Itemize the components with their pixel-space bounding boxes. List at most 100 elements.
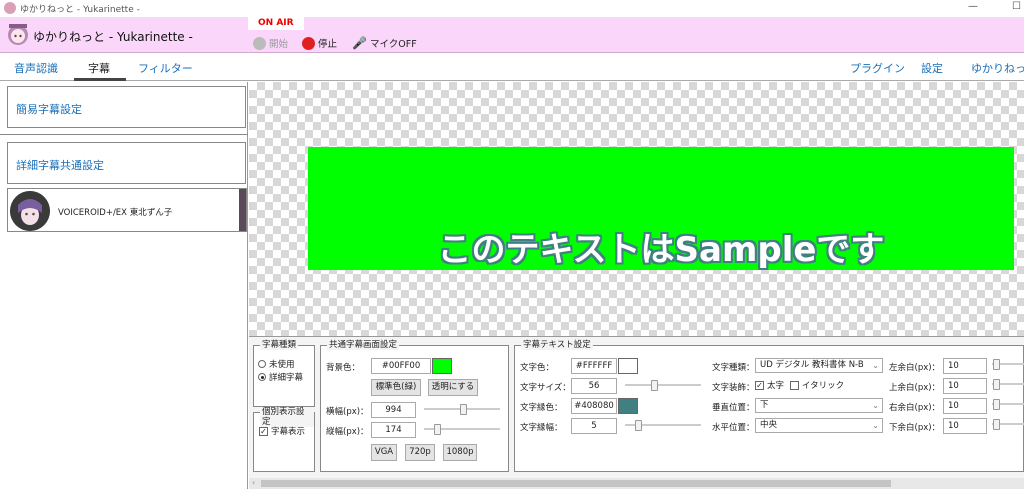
settings-area: 字幕種類 未使用 詳細字幕 個別表示設定 ✓ 字幕表示 共通字幕画面設定 背景色：… bbox=[249, 336, 1024, 489]
tab-filter[interactable]: フィルター bbox=[138, 60, 193, 76]
divider bbox=[0, 134, 248, 135]
radio-detail-label: 詳細字幕 bbox=[269, 373, 304, 383]
common-screen-group: 共通字幕画面設定 背景色： #00FF00 標準色(緑) 透明にする 横幅(px… bbox=[320, 340, 509, 472]
tab-subtitle[interactable]: 字幕 bbox=[88, 60, 110, 76]
decoration-label: 文字装飾： bbox=[712, 383, 755, 393]
sample-subtitle-text: このテキストはSampleです bbox=[437, 230, 885, 270]
outline-width-label: 文字縁幅： bbox=[520, 423, 563, 433]
outline-width-input[interactable]: 5 bbox=[571, 418, 617, 434]
radio-detail[interactable]: 詳細字幕 bbox=[258, 371, 303, 383]
start-button[interactable]: 開始 bbox=[253, 36, 288, 50]
tab-settings[interactable]: 設定 bbox=[921, 60, 943, 76]
stop-label: 停止 bbox=[318, 39, 338, 50]
start-label: 開始 bbox=[269, 39, 289, 50]
margin-right-input[interactable]: 10 bbox=[943, 398, 987, 414]
radio-selected-icon bbox=[258, 373, 266, 381]
check-icon: ✓ bbox=[755, 380, 764, 390]
radio-icon bbox=[258, 360, 266, 368]
subtitle-type-group: 字幕種類 未使用 詳細字幕 bbox=[253, 340, 315, 407]
margin-top-slider[interactable] bbox=[992, 379, 1024, 390]
radio-unused[interactable]: 未使用 bbox=[258, 358, 295, 370]
dropdown-arrow-icon: ⌄ bbox=[872, 421, 879, 430]
horizontal-scrollbar[interactable]: ‹ bbox=[249, 478, 1024, 489]
text-size-label: 文字サイズ： bbox=[520, 383, 571, 393]
text-color-label: 文字色： bbox=[520, 363, 555, 373]
bg-color-swatch[interactable] bbox=[432, 358, 452, 374]
text-size-input[interactable]: 56 bbox=[571, 378, 617, 394]
mic-off-button[interactable]: 🎤 マイクOFF bbox=[352, 36, 417, 50]
hpos-value: 中央 bbox=[760, 420, 778, 430]
vpos-value: 下 bbox=[760, 400, 769, 410]
height-slider[interactable] bbox=[424, 424, 500, 435]
tab-bar: 音声認識 字幕 フィルター プラグイン 設定 ゆかりねっと bbox=[0, 54, 1024, 81]
vga-button[interactable]: VGA bbox=[371, 444, 397, 461]
margin-left-slider[interactable] bbox=[992, 359, 1024, 370]
bg-color-label: 背景色： bbox=[326, 363, 361, 373]
mic-label: マイクOFF bbox=[369, 39, 417, 50]
stop-icon bbox=[302, 36, 315, 50]
vpos-select[interactable]: 下 ⌄ bbox=[755, 398, 883, 413]
margin-left-label: 左余白(px)： bbox=[889, 363, 941, 373]
outline-color-swatch[interactable] bbox=[618, 398, 638, 414]
app-title: ゆかりねっと - Yukarinette - bbox=[33, 30, 193, 44]
margin-right-slider[interactable] bbox=[992, 399, 1024, 410]
detail-subtitle-label: 詳細字幕共通設定 bbox=[16, 159, 104, 172]
minimize-button[interactable]: — bbox=[968, 1, 978, 12]
vpos-label: 垂直位置： bbox=[712, 403, 755, 413]
width-slider[interactable] bbox=[424, 404, 500, 415]
720p-button[interactable]: 720p bbox=[405, 444, 435, 461]
hpos-select[interactable]: 中央 ⌄ bbox=[755, 418, 883, 433]
text-color-input[interactable]: #FFFFFF bbox=[571, 358, 617, 374]
bold-label: 太字 bbox=[767, 381, 785, 391]
simple-subtitle-settings[interactable]: 簡易字幕設定 bbox=[7, 86, 246, 128]
height-input[interactable]: 174 bbox=[371, 422, 416, 438]
margin-left-input[interactable]: 10 bbox=[943, 358, 987, 374]
margin-top-label: 上余白(px)： bbox=[889, 383, 941, 393]
on-air-label: ON AIR bbox=[258, 18, 294, 28]
text-color-swatch[interactable] bbox=[618, 358, 638, 374]
app-icon bbox=[4, 2, 16, 14]
play-icon bbox=[253, 36, 266, 50]
text-size-slider[interactable] bbox=[625, 380, 701, 391]
margin-top-input[interactable]: 10 bbox=[943, 378, 987, 394]
outline-color-input[interactable]: #408080 bbox=[571, 398, 617, 414]
subtitle-screen: このテキストはSampleです bbox=[308, 147, 1014, 270]
voice-item[interactable]: VOICEROID+/EX 東北ずん子 bbox=[7, 188, 247, 232]
window-title: ゆかりねっと - Yukarinette - bbox=[20, 5, 140, 15]
font-type-select[interactable]: UD デジタル 教科書体 N-B ⌄ bbox=[755, 358, 883, 373]
stop-button[interactable]: 停止 bbox=[302, 36, 337, 50]
italic-checkbox[interactable]: イタリック bbox=[790, 379, 844, 391]
text-settings-group: 字幕テキスト設定 文字色： #FFFFFF 文字サイズ： 56 文字縁色： #4… bbox=[514, 340, 1024, 472]
tab-speech-recognition[interactable]: 音声認識 bbox=[14, 60, 58, 76]
scroll-left-icon[interactable]: ‹ bbox=[252, 478, 255, 487]
yukari-logo-icon bbox=[8, 24, 28, 45]
margin-bottom-input[interactable]: 10 bbox=[943, 418, 987, 434]
margin-right-label: 右余白(px)： bbox=[889, 403, 941, 413]
show-subtitle-label: 字幕表示 bbox=[271, 427, 306, 437]
bg-color-input[interactable]: #00FF00 bbox=[371, 358, 431, 374]
dropdown-arrow-icon: ⌄ bbox=[872, 401, 879, 410]
tab-yukarinette[interactable]: ゆかりねっと bbox=[971, 60, 1024, 76]
maximize-button[interactable]: ☐ bbox=[1012, 1, 1021, 12]
detail-subtitle-settings[interactable]: 詳細字幕共通設定 bbox=[7, 142, 246, 184]
hpos-label: 水平位置： bbox=[712, 423, 755, 433]
left-panel: 簡易字幕設定 詳細字幕共通設定 VOICEROID+/EX 東北ずん子 bbox=[0, 82, 248, 489]
width-input[interactable]: 994 bbox=[371, 402, 416, 418]
text-settings-title: 字幕テキスト設定 bbox=[521, 340, 593, 350]
window-titlebar: ゆかりねっと - Yukarinette - — ☐ bbox=[0, 0, 1024, 17]
outline-width-slider[interactable] bbox=[625, 420, 701, 431]
width-label: 横幅(px)： bbox=[326, 407, 369, 417]
voice-selected-bar bbox=[239, 189, 246, 231]
1080p-button[interactable]: 1080p bbox=[443, 444, 477, 461]
radio-unused-label: 未使用 bbox=[269, 360, 295, 370]
font-type-label: 文字種類： bbox=[712, 363, 755, 373]
standard-color-button[interactable]: 標準色(緑) bbox=[371, 379, 421, 396]
tab-plugin[interactable]: プラグイン bbox=[850, 60, 905, 76]
zunko-avatar bbox=[10, 191, 50, 231]
margin-bottom-slider[interactable] bbox=[992, 419, 1024, 430]
scrollbar-thumb[interactable] bbox=[261, 480, 891, 487]
simple-subtitle-label: 簡易字幕設定 bbox=[16, 103, 82, 116]
make-transparent-button[interactable]: 透明にする bbox=[428, 379, 478, 396]
show-subtitle-checkbox[interactable]: ✓ 字幕表示 bbox=[259, 425, 305, 437]
bold-checkbox[interactable]: ✓ 太字 bbox=[755, 379, 784, 391]
